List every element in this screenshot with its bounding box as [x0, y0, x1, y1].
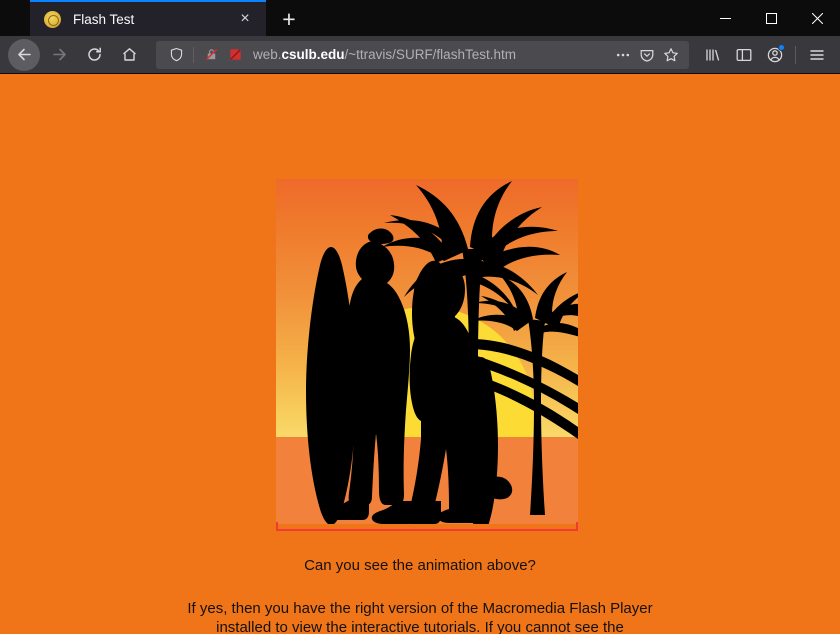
- pocket-icon[interactable]: [635, 43, 659, 67]
- permission-blocked-icon[interactable]: [199, 43, 223, 67]
- library-icon[interactable]: [697, 40, 728, 70]
- back-button[interactable]: [8, 38, 40, 71]
- maximize-button[interactable]: [748, 0, 794, 36]
- page-content: Can you see the animation above? If yes,…: [0, 74, 840, 634]
- plugin-blocked-icon[interactable]: [223, 43, 247, 67]
- shield-icon[interactable]: [164, 43, 188, 67]
- minimize-button[interactable]: [702, 0, 748, 36]
- surf-animation-image: [276, 179, 578, 524]
- account-icon[interactable]: [759, 40, 790, 70]
- urlbar-divider: [193, 46, 194, 63]
- toolbar-divider: [795, 45, 796, 64]
- browser-tab-flash-test[interactable]: Flash Test ×: [30, 0, 266, 36]
- page-actions-icon[interactable]: [611, 43, 635, 67]
- close-tab-icon[interactable]: ×: [234, 8, 256, 30]
- globe-gold-icon: [44, 10, 61, 28]
- window-controls: [702, 0, 840, 36]
- bookmark-star-icon[interactable]: [659, 43, 683, 67]
- description-text: If yes, then you have the right version …: [187, 600, 653, 634]
- url-prefix: web.: [253, 47, 282, 62]
- account-notification-dot: [778, 43, 785, 51]
- navigation-toolbar: web.csulb.edu/~ttravis/SURF/flashTest.ht…: [0, 36, 840, 74]
- caption-text: Can you see the animation above?: [304, 557, 536, 574]
- flash-object-container[interactable]: [276, 179, 578, 531]
- title-bar: Flash Test × +: [0, 0, 840, 36]
- url-text[interactable]: web.csulb.edu/~ttravis/SURF/flashTest.ht…: [247, 47, 611, 62]
- urlbar-actions: [611, 43, 683, 67]
- new-tab-button[interactable]: +: [272, 2, 306, 36]
- url-path: /~ttravis/SURF/flashTest.htm: [344, 47, 516, 62]
- toolbar-actions: [697, 40, 832, 70]
- surfers-silhouette-art: [306, 181, 578, 524]
- address-bar[interactable]: web.csulb.edu/~ttravis/SURF/flashTest.ht…: [156, 40, 689, 69]
- url-host: csulb.edu: [281, 47, 345, 62]
- forward-button[interactable]: [43, 39, 75, 71]
- flash-object-border: [276, 522, 578, 531]
- reload-button[interactable]: [78, 39, 110, 71]
- sidebar-icon[interactable]: [728, 40, 759, 70]
- home-button[interactable]: [113, 39, 145, 71]
- tab-title: Flash Test: [73, 11, 135, 27]
- app-menu-icon[interactable]: [801, 40, 832, 70]
- close-window-button[interactable]: [794, 0, 840, 36]
